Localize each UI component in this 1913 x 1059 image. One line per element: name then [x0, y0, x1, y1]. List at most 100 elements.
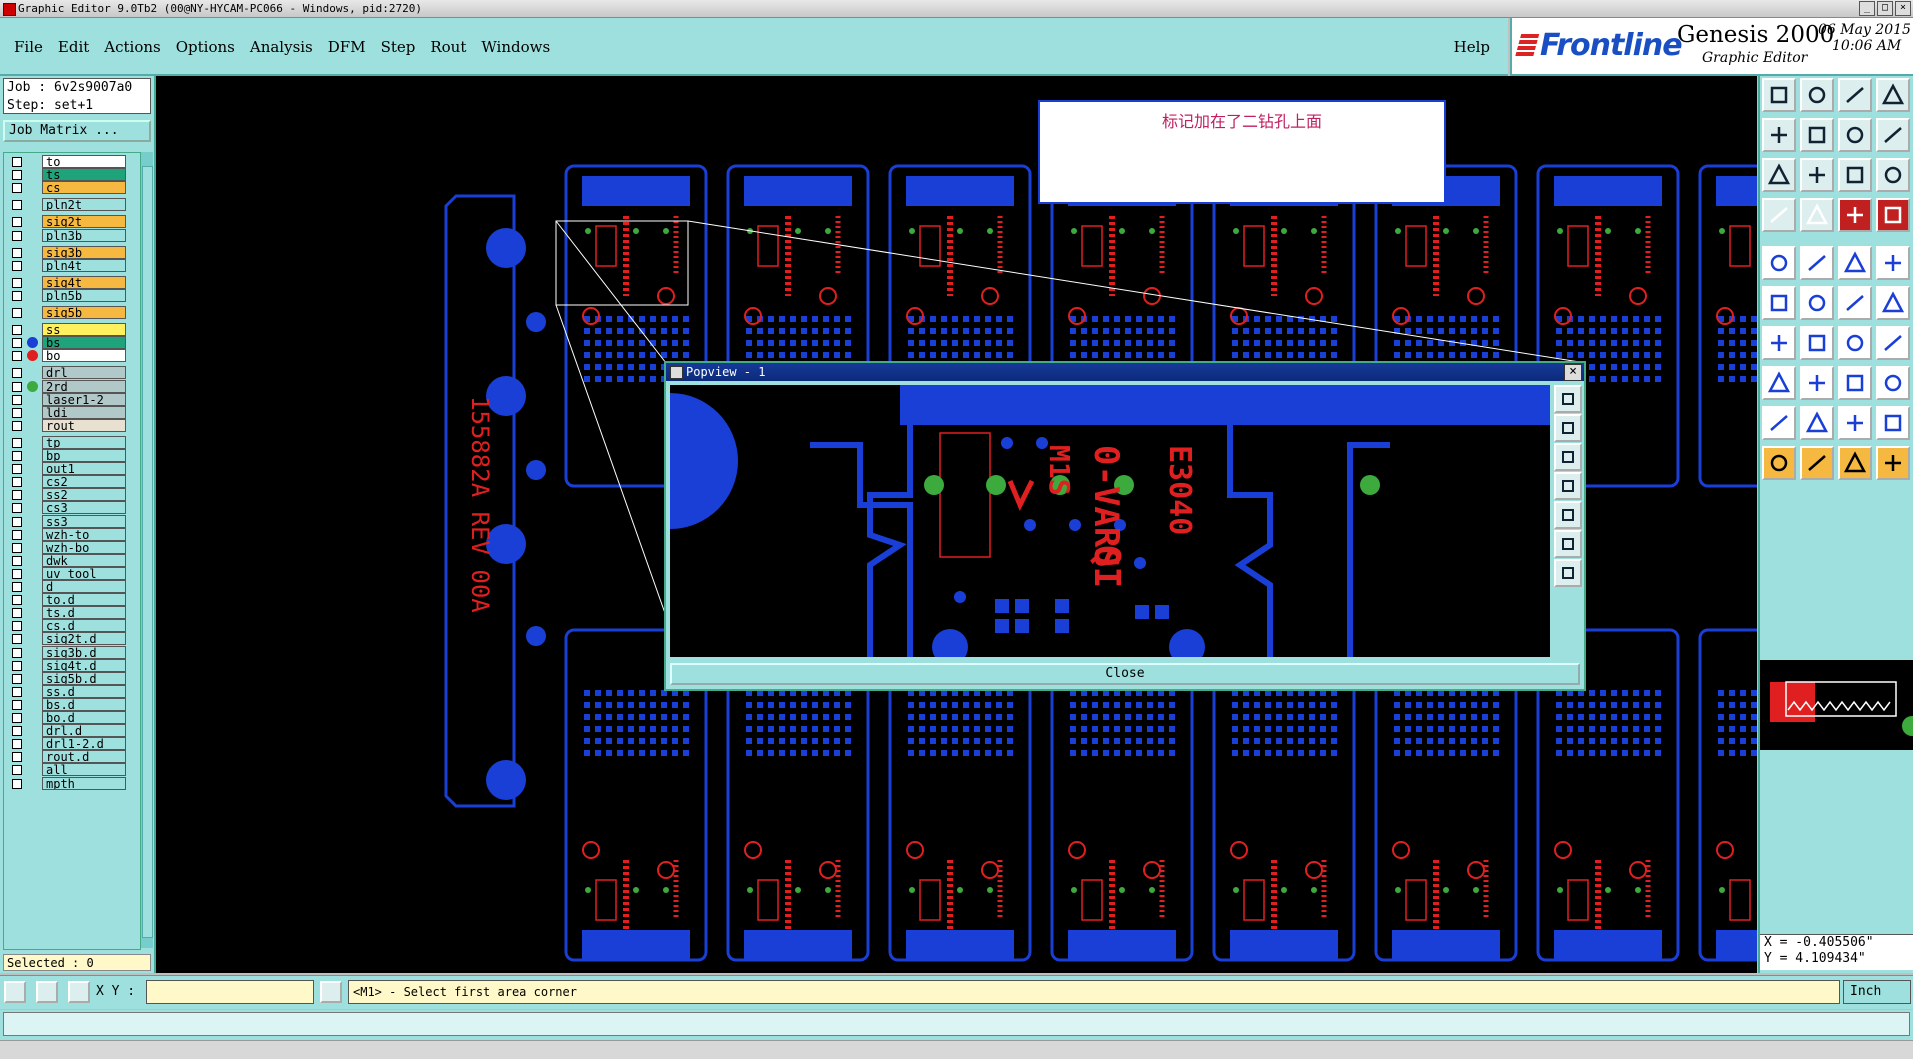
layer-name[interactable]: cs [42, 181, 126, 195]
layer-visibility-checkbox[interactable] [12, 726, 22, 737]
layer-row-ss[interactable]: ss [4, 323, 140, 337]
layer-visibility-checkbox[interactable] [12, 713, 22, 723]
layer-name[interactable]: sig5b [42, 306, 126, 319]
layer-visibility-checkbox[interactable] [12, 555, 22, 566]
layer-row-rout.d[interactable]: rout.d [4, 750, 140, 764]
maximize-icon[interactable]: □ [1877, 1, 1893, 16]
help-tool-button[interactable] [1876, 158, 1910, 192]
dash-tool-button[interactable] [1800, 366, 1834, 400]
layer-visibility-checkbox[interactable] [12, 407, 22, 418]
layer-visibility-checkbox[interactable] [12, 420, 22, 431]
layer-name[interactable]: drl [42, 366, 126, 380]
job-matrix-button[interactable]: Job Matrix ... [3, 120, 151, 142]
layer-name[interactable]: mpth [42, 776, 126, 790]
ruler-tool-button[interactable] [1838, 246, 1872, 280]
popview-close-button[interactable]: Close [670, 663, 1580, 685]
layer-visibility-checkbox[interactable] [12, 568, 22, 579]
layer-row-bs[interactable]: bs [4, 336, 140, 350]
layer-visibility-checkbox[interactable] [12, 739, 22, 750]
snapshot-tool-button[interactable] [1762, 198, 1796, 232]
pin-tool-button[interactable] [1838, 366, 1872, 400]
grid-mode-button[interactable] [68, 981, 90, 1003]
layer-name[interactable]: bs [42, 336, 126, 350]
layer-name[interactable]: sig3b [42, 245, 126, 259]
layer-row-cs2[interactable]: cs2 [4, 475, 140, 489]
layer-row-ts.d[interactable]: ts.d [4, 606, 140, 620]
layer-name[interactable]: bs.d [42, 697, 126, 711]
layer-visibility-checkbox[interactable] [12, 451, 22, 461]
layer-visibility-checkbox[interactable] [12, 183, 22, 194]
layer-row-drl1-2.d[interactable]: drl1-2.d [4, 737, 140, 751]
menu-options[interactable]: Options [176, 38, 235, 56]
layer-row-pln5b[interactable]: pln5b [4, 288, 140, 303]
pointer-tool-button[interactable] [1762, 446, 1796, 480]
layer-name[interactable]: sig4t [42, 275, 126, 289]
pointer-drag-tool-button[interactable] [1800, 446, 1834, 480]
triangle2-tool-button[interactable] [1800, 406, 1834, 440]
layer-row-bp[interactable]: bp [4, 449, 140, 463]
layer-row-ss3[interactable]: ss3 [4, 514, 140, 529]
menu-windows[interactable]: Windows [481, 38, 550, 56]
layer-name[interactable]: cs2 [42, 475, 126, 489]
layer-row-mpth[interactable]: mpth [4, 776, 140, 791]
line-tool-button[interactable] [1762, 326, 1796, 360]
layer-name[interactable]: drl1-2.d [42, 737, 126, 751]
layer-name[interactable]: sig5b.d [42, 671, 126, 685]
layer-visibility-checkbox[interactable] [12, 699, 22, 710]
layer-row-wzh-to[interactable]: wzh-to [4, 527, 140, 542]
info-button[interactable] [320, 981, 342, 1003]
layer-visibility-checkbox[interactable] [12, 381, 22, 392]
layer-name[interactable]: bo.d [42, 711, 126, 724]
layer-visibility-checkbox[interactable] [12, 490, 22, 501]
layer-name[interactable]: sig3b.d [42, 645, 126, 659]
layer-visibility-checkbox[interactable] [12, 673, 22, 684]
drag-tool-button[interactable] [1838, 286, 1872, 320]
layer-row-cs.d[interactable]: cs.d [4, 619, 140, 633]
layer-name[interactable]: ts.d [42, 606, 126, 620]
layer-visibility-checkbox[interactable] [12, 290, 22, 301]
zoom-1-tool-button[interactable] [1838, 118, 1872, 152]
pv-print-button[interactable] [1554, 443, 1582, 471]
layer-visibility-checkbox[interactable] [12, 464, 22, 475]
layer-name[interactable]: pln5b [42, 288, 126, 302]
layer-visibility-checkbox[interactable] [12, 752, 22, 763]
layer-visibility-checkbox[interactable] [12, 260, 22, 271]
layer-name[interactable]: ss [42, 323, 126, 337]
layer-name[interactable]: wzh-bo [42, 540, 126, 554]
layer-visibility-checkbox[interactable] [12, 595, 22, 606]
layer-name[interactable]: laser1-2 [42, 392, 126, 406]
layer-name[interactable]: cs3 [42, 501, 126, 515]
layer-row-drl.d[interactable]: drl.d [4, 724, 140, 738]
zoom-box-tool-button[interactable] [1876, 118, 1910, 152]
menu-file[interactable]: File [14, 38, 43, 56]
menu-dfm[interactable]: DFM [328, 38, 366, 56]
layer-name[interactable]: d [42, 580, 126, 593]
home-tool-button[interactable] [1838, 78, 1872, 112]
pv-fit-button[interactable] [1554, 530, 1582, 558]
net-tool-button[interactable] [1876, 446, 1910, 480]
layer-row-sig3b.d[interactable]: sig3b.d [4, 645, 140, 660]
scale-1-2-tool-button[interactable] [1838, 158, 1872, 192]
arc-tool-button[interactable] [1800, 326, 1834, 360]
move-tool-button[interactable] [1876, 286, 1910, 320]
layer-visibility-checkbox[interactable] [12, 529, 22, 540]
layer-row-pln2t[interactable]: pln2t [4, 198, 140, 212]
layer-row-rout[interactable]: rout [4, 418, 140, 433]
connect-tool-button[interactable] [1762, 286, 1796, 320]
units-select[interactable]: Inch [1843, 980, 1911, 1004]
menu-actions[interactable]: Actions [104, 38, 160, 56]
layer-visibility-checkbox[interactable] [12, 277, 22, 288]
layer-row-ss.d[interactable]: ss.d [4, 684, 140, 699]
layer-name[interactable]: ss2 [42, 488, 126, 502]
layer-name[interactable]: pln4t [42, 258, 126, 272]
layer-row-sig5b.d[interactable]: sig5b.d [4, 671, 140, 686]
layer-visibility-checkbox[interactable] [12, 516, 22, 527]
menu-rout[interactable]: Rout [430, 38, 466, 56]
layer-name[interactable]: all [42, 763, 126, 777]
minimize-icon[interactable]: _ [1859, 1, 1875, 16]
layer-row-pln3b[interactable]: pln3b [4, 228, 140, 243]
layer-row-cs3[interactable]: cs3 [4, 501, 140, 515]
layer-visibility-checkbox[interactable] [12, 325, 22, 336]
select-tool-button[interactable] [1762, 246, 1796, 280]
fit-right-tool-button[interactable] [1800, 118, 1834, 152]
